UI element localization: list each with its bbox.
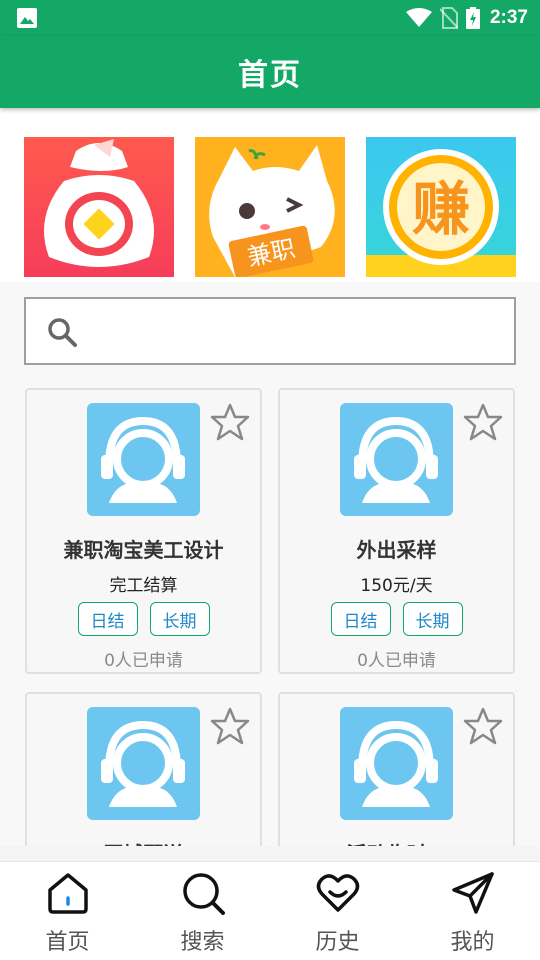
bottom-nav: 首页 搜索 历史 我的	[0, 861, 540, 960]
app-bar: 首页	[0, 36, 540, 108]
page-title: 首页	[238, 58, 302, 93]
banner-earn[interactable]: 赚	[366, 137, 516, 277]
job-tag: 长期	[149, 602, 210, 636]
battery-charging-icon	[465, 7, 480, 29]
nav-label: 搜索	[180, 930, 225, 955]
wifi-icon	[405, 8, 432, 27]
star-icon[interactable]	[210, 402, 250, 442]
banner-money-bag[interactable]	[24, 137, 174, 277]
nav-search[interactable]: 搜索	[135, 862, 270, 960]
star-icon[interactable]	[463, 402, 503, 442]
job-applied-count: 0人已申请	[357, 651, 436, 671]
image-icon	[17, 8, 37, 28]
home-icon	[48, 873, 88, 914]
job-pay: 完工结算	[109, 576, 178, 596]
job-card[interactable]: 兼职淘宝美工设计 完工结算 日结 长期 0人已申请	[25, 388, 262, 674]
search-icon	[183, 873, 225, 915]
job-applied-count: 0人已申请	[104, 651, 183, 671]
job-avatar	[340, 403, 453, 516]
nav-home[interactable]: 首页	[0, 862, 135, 960]
search-icon	[48, 318, 77, 347]
headset-person-icon	[354, 720, 438, 807]
star-icon[interactable]	[210, 706, 250, 746]
headset-person-icon	[101, 416, 185, 503]
send-icon	[452, 872, 494, 914]
nav-profile[interactable]: 我的	[405, 862, 540, 960]
star-icon[interactable]	[463, 706, 503, 746]
coin-icon: 赚	[366, 149, 516, 277]
job-avatar	[340, 707, 453, 820]
job-title: 外出采样	[356, 538, 437, 562]
search-input[interactable]	[96, 309, 496, 353]
nav-label: 历史	[315, 930, 360, 955]
nav-label: 我的	[450, 930, 495, 955]
nav-history[interactable]: 历史	[270, 862, 405, 960]
job-title: 兼职淘宝美工设计	[63, 538, 224, 562]
job-card[interactable]: 外出采样 150元/天 日结 长期 0人已申请	[278, 388, 515, 674]
main-content[interactable]: 兼职淘宝美工设计 完工结算 日结 长期 0人已申请 外出采样 150元/天 日结…	[0, 282, 540, 846]
headset-person-icon	[101, 720, 185, 807]
job-avatar	[87, 707, 200, 820]
job-title: 活动临时工	[280, 838, 513, 846]
job-title: 同城配送	[27, 838, 260, 846]
earn-text: 赚	[412, 175, 470, 243]
heart-icon	[316, 874, 360, 912]
nav-label: 首页	[45, 930, 90, 955]
job-tag: 日结	[77, 602, 138, 636]
job-tag: 日结	[330, 602, 391, 636]
cat-icon: 兼职	[209, 145, 335, 277]
status-time: 2:37	[489, 7, 528, 28]
job-card[interactable]: 同城配送	[25, 692, 262, 846]
banner: 兼职 赚	[0, 108, 540, 282]
job-tags: 日结 长期	[27, 602, 260, 636]
money-bag-icon	[44, 139, 154, 267]
status-bar: 2:37	[0, 0, 540, 36]
headset-person-icon	[354, 416, 438, 503]
job-tags: 日结 长期	[280, 602, 513, 636]
job-card[interactable]: 活动临时工	[278, 692, 515, 846]
job-tag: 长期	[402, 602, 463, 636]
job-pay: 150元/天	[360, 576, 433, 596]
no-sim-icon	[439, 7, 458, 29]
job-avatar	[87, 403, 200, 516]
search-box[interactable]	[24, 297, 516, 365]
banner-cat-part-time[interactable]: 兼职	[195, 137, 345, 277]
